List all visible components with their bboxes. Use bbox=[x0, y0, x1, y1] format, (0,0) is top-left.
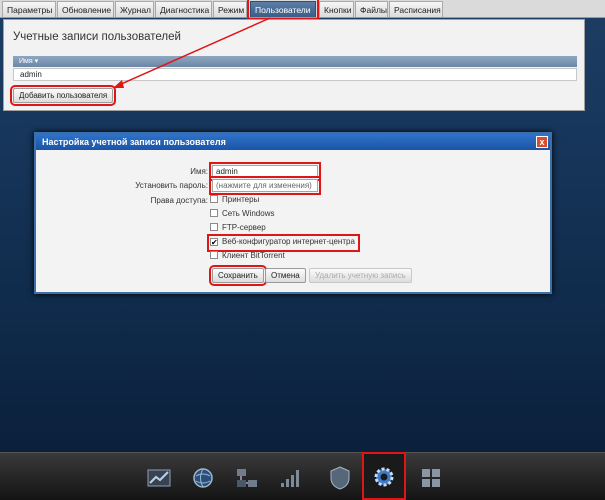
user-account-dialog: Настройка учетной записи пользователя x … bbox=[34, 132, 552, 294]
permission-windows-network[interactable]: Сеть Windows bbox=[210, 209, 274, 221]
dialog-title: Настройка учетной записи пользователя bbox=[36, 134, 550, 150]
network-icon[interactable] bbox=[234, 465, 260, 491]
password-field[interactable]: (нажмите для изменения) bbox=[209, 176, 321, 195]
delete-account-button[interactable]: Удалить учетную запись bbox=[309, 268, 412, 283]
permission-label: Принтеры bbox=[222, 195, 260, 204]
permission-label: Клиент BitTorrent bbox=[222, 251, 285, 260]
signal-icon[interactable] bbox=[278, 465, 304, 491]
gear-icon[interactable] bbox=[371, 464, 397, 490]
checkbox-checked[interactable]: ✔ bbox=[210, 238, 218, 247]
permission-bittorrent[interactable]: Клиент BitTorrent bbox=[210, 251, 285, 263]
permission-ftp-server[interactable]: FTP-сервер bbox=[210, 223, 266, 235]
access-label: Права доступа: bbox=[150, 196, 208, 205]
name-field[interactable]: admin bbox=[209, 162, 321, 181]
globe-icon[interactable] bbox=[190, 465, 216, 491]
checkbox[interactable] bbox=[210, 223, 218, 231]
cancel-button[interactable]: Отмена bbox=[265, 268, 306, 283]
password-label: Установить пароль: bbox=[135, 181, 208, 190]
shield-icon[interactable] bbox=[327, 465, 353, 491]
grid-icon[interactable] bbox=[418, 465, 444, 491]
permission-web-configurator[interactable]: ✔ Веб-конфигуратор интернет-центра bbox=[207, 234, 360, 252]
permission-printers[interactable]: Принтеры bbox=[210, 195, 259, 207]
save-button[interactable]: Сохранить bbox=[209, 265, 267, 286]
checkbox[interactable] bbox=[210, 195, 218, 203]
permission-label: FTP-сервер bbox=[222, 223, 266, 232]
checkbox[interactable] bbox=[210, 209, 218, 217]
permission-label: Сеть Windows bbox=[222, 209, 275, 218]
close-icon[interactable]: x bbox=[536, 136, 548, 148]
permission-label: Веб-конфигуратор интернет-центра bbox=[222, 237, 355, 246]
name-label: Имя: bbox=[190, 167, 208, 176]
chart-icon[interactable] bbox=[146, 465, 172, 491]
checkbox[interactable] bbox=[210, 251, 218, 259]
